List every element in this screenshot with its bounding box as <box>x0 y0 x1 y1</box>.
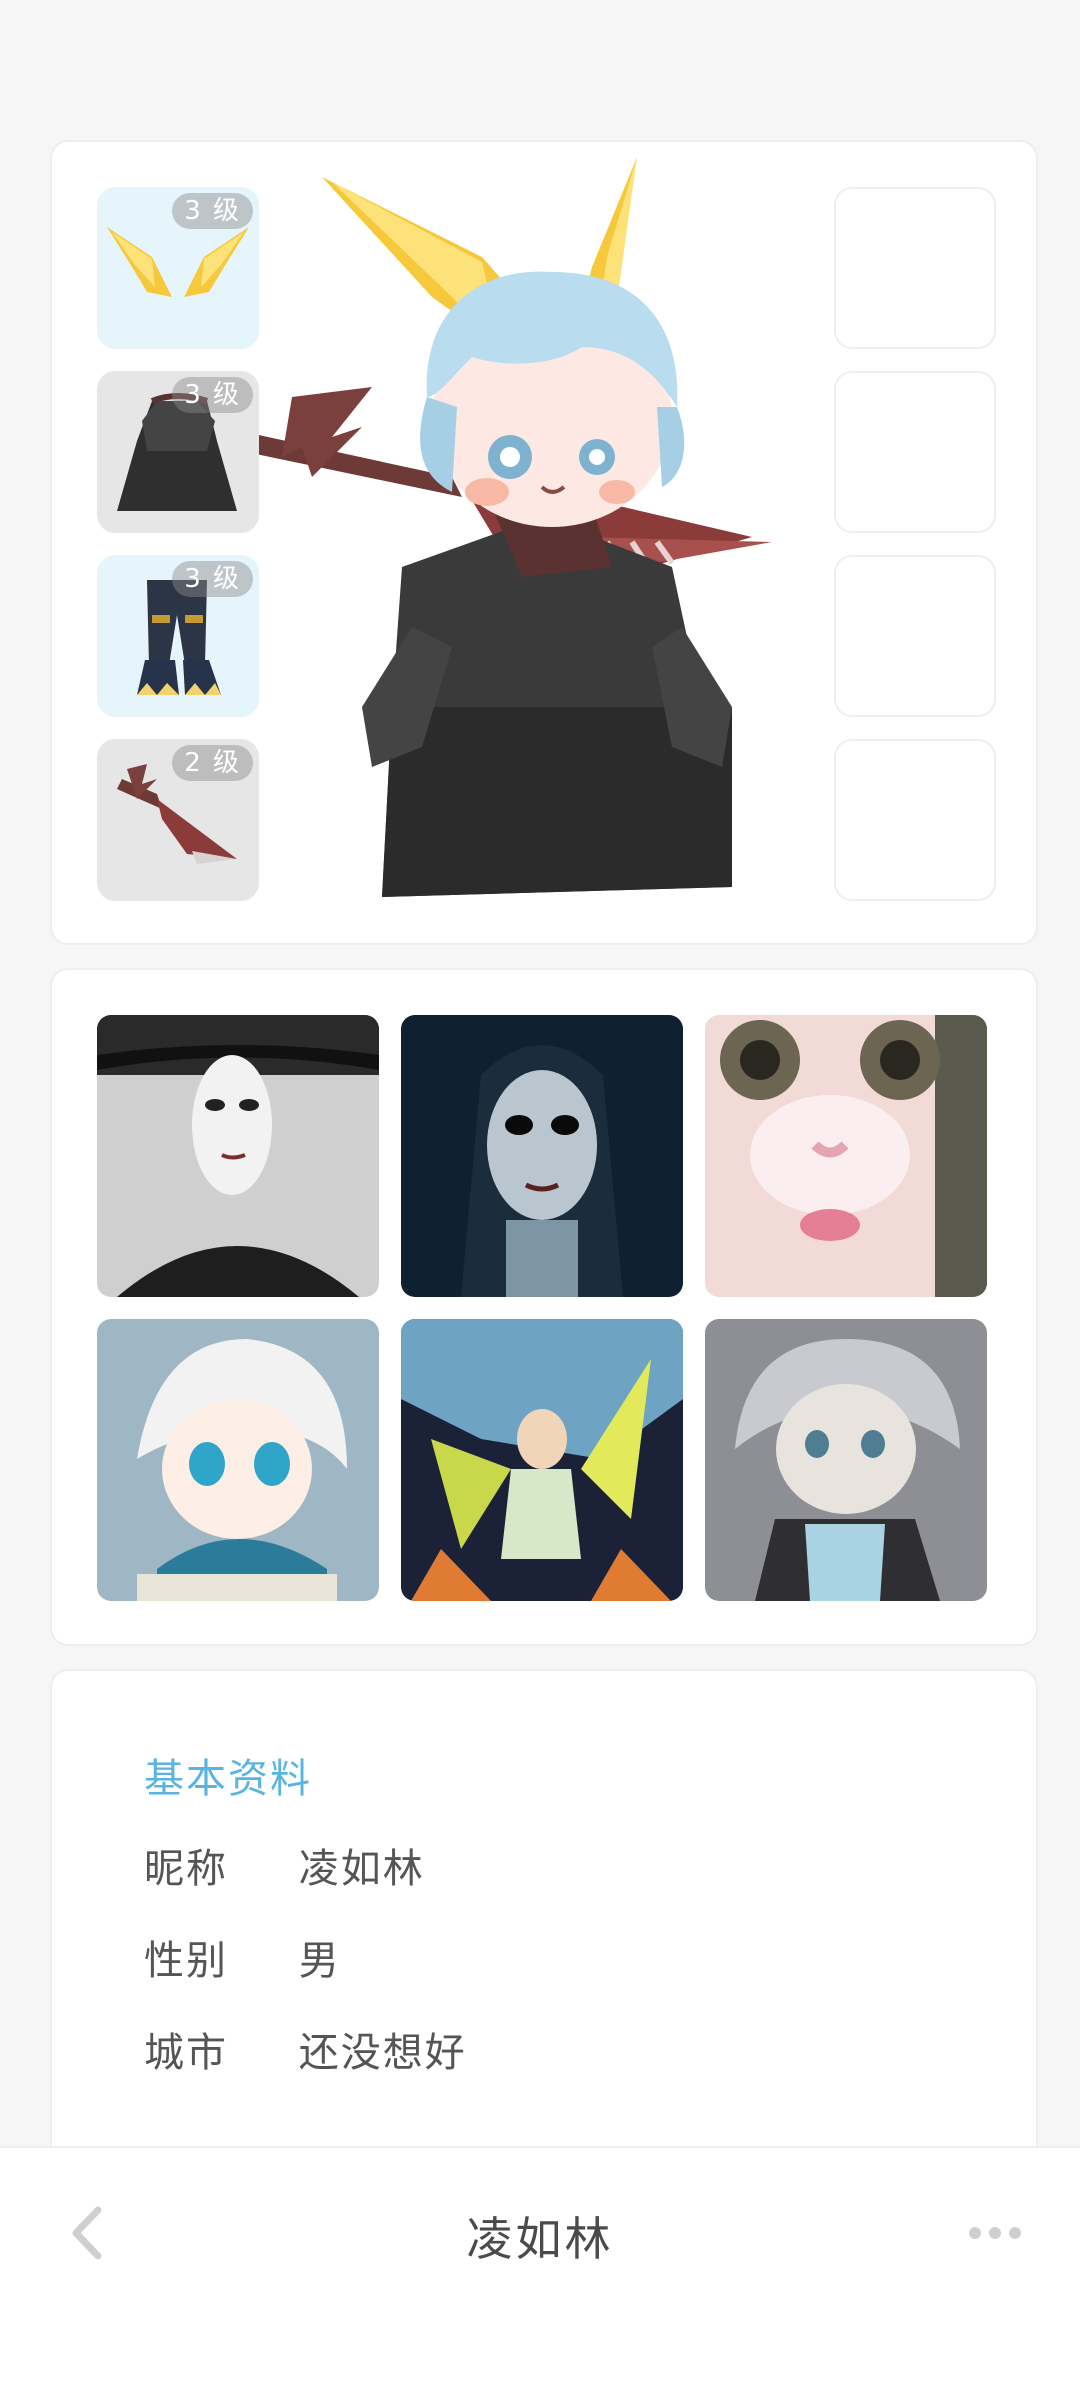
photo-thumbnail[interactable] <box>97 1319 379 1601</box>
level-badge: 3 级 <box>172 377 253 413</box>
gender-label: 性别 <box>144 1938 228 1984</box>
bottom-navigation-bar: 凌如林 <box>0 2146 1080 2400</box>
level-badge: 3 级 <box>172 561 253 597</box>
equip-slot-cloak[interactable]: 3 级 <box>97 371 259 533</box>
equip-slot-empty[interactable] <box>834 739 996 901</box>
photo-thumbnail[interactable] <box>705 1015 987 1297</box>
profile-info-card: 基本资料 昵称 凌如林 性别 男 城市 还没想好 <box>50 1669 1038 2169</box>
gender-value: 男 <box>298 1938 341 1984</box>
section-title: 基本资料 <box>144 1756 312 1802</box>
city-value: 还没想好 <box>298 2030 467 2076</box>
nickname-label: 昵称 <box>144 1846 228 1892</box>
photo-thumbnail[interactable] <box>97 1015 379 1297</box>
city-label: 城市 <box>144 2030 228 2076</box>
photo-image <box>705 1319 987 1601</box>
equip-slot-empty[interactable] <box>834 187 996 349</box>
character-model[interactable] <box>252 147 892 927</box>
photo-thumbnail[interactable] <box>401 1319 683 1601</box>
photo-thumbnail[interactable] <box>705 1319 987 1601</box>
equip-slot-sword[interactable]: 2 级 <box>97 739 259 901</box>
photo-image <box>97 1319 379 1601</box>
photo-image <box>401 1319 683 1601</box>
nickname-row: 昵称 凌如林 <box>144 1836 425 1894</box>
more-options-icon[interactable] <box>965 2218 1025 2248</box>
level-badge: 3 级 <box>172 193 253 229</box>
equip-slot-empty[interactable] <box>834 555 996 717</box>
photo-thumbnail[interactable] <box>401 1015 683 1297</box>
equip-slot-horns[interactable]: 3 级 <box>97 187 259 349</box>
photo-image <box>705 1015 987 1297</box>
city-row: 城市 还没想好 <box>144 2020 467 2078</box>
equip-slot-empty[interactable] <box>834 371 996 533</box>
page-title: 凌如林 <box>466 2212 614 2266</box>
avatar-card: 3 级 3 级 3 级 2 级 <box>50 140 1038 945</box>
level-badge: 2 级 <box>172 745 253 781</box>
gender-row: 性别 男 <box>144 1928 341 1986</box>
photo-image <box>97 1015 379 1297</box>
photo-image <box>401 1015 683 1297</box>
nickname-value: 凌如林 <box>298 1846 425 1892</box>
equip-slot-pants[interactable]: 3 级 <box>97 555 259 717</box>
photo-album <box>50 968 1038 1646</box>
